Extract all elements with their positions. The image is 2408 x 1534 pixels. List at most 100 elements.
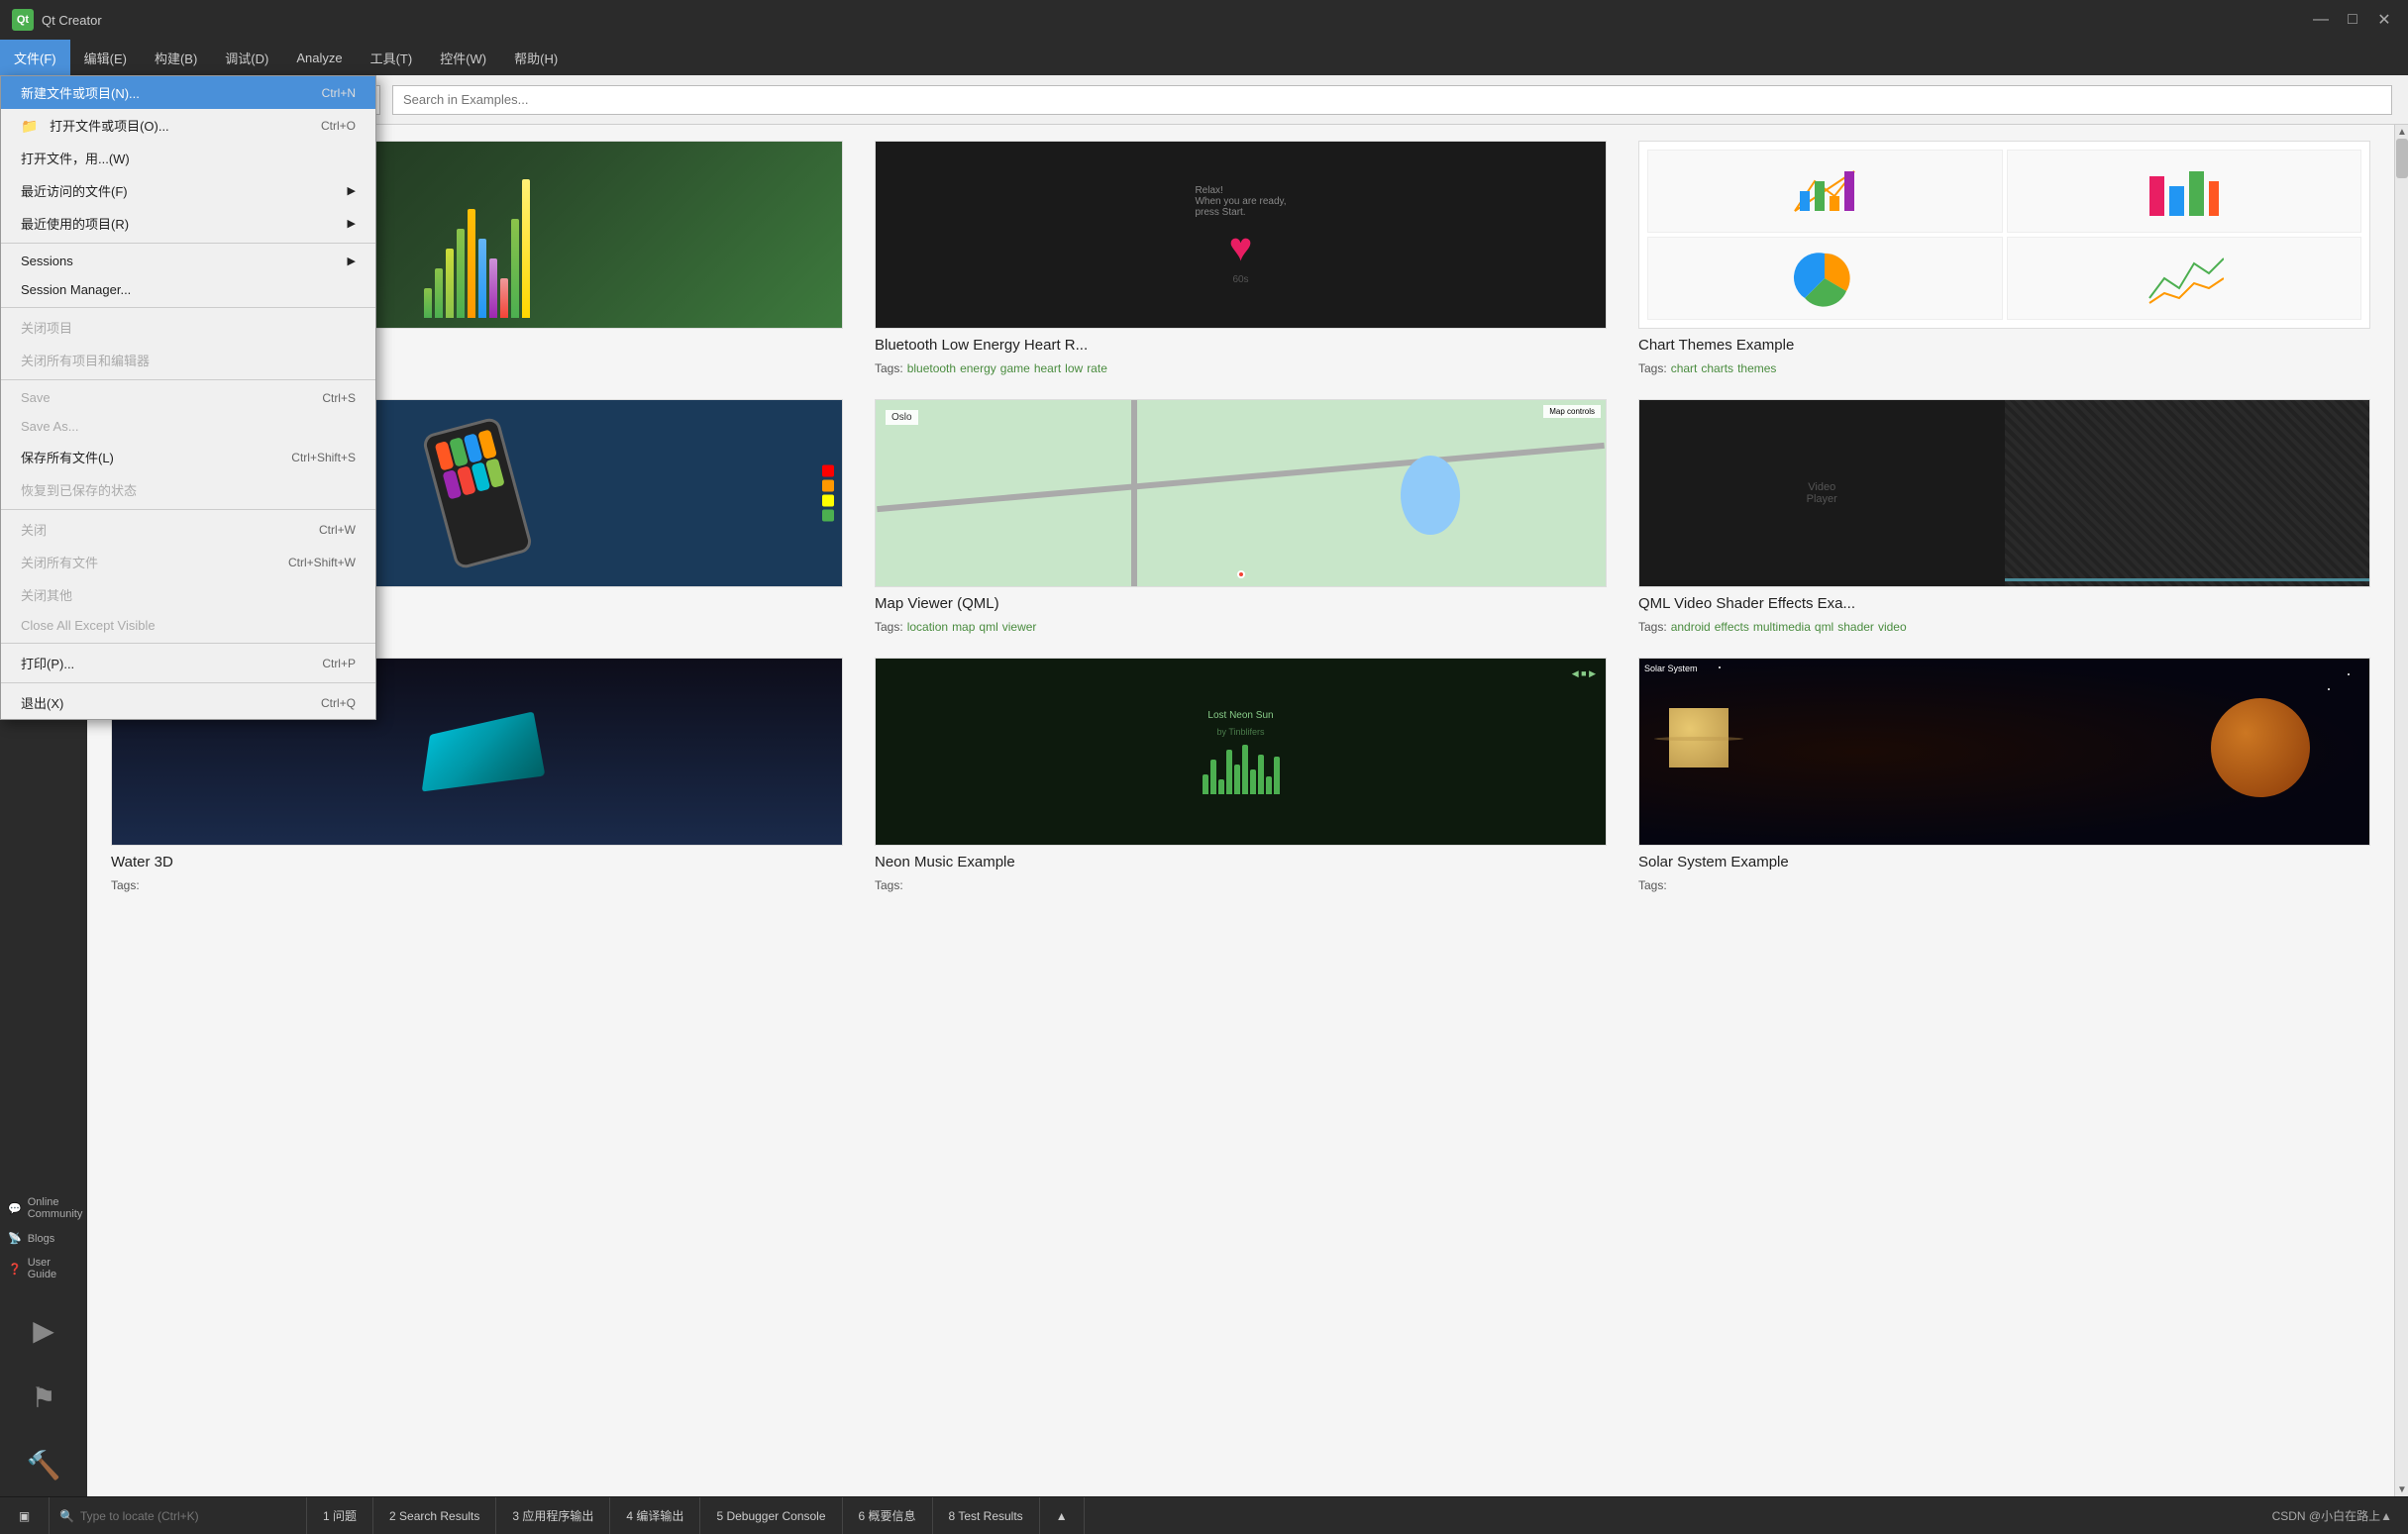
example-thumb-map[interactable]: Oslo Map controls bbox=[875, 399, 1607, 587]
sessions-arrow: ▶ bbox=[348, 255, 356, 267]
phone-shape bbox=[421, 416, 534, 570]
menu-recent-files[interactable]: 最近访问的文件(F) ▶ bbox=[1, 174, 375, 207]
tag-bluetooth[interactable]: bluetooth bbox=[907, 361, 956, 375]
tag-effects[interactable]: effects bbox=[1715, 620, 1749, 634]
tag-viewer[interactable]: viewer bbox=[1002, 620, 1037, 634]
app-icon: Qt bbox=[12, 9, 34, 31]
sidebar-blogs[interactable]: 📡Blogs bbox=[8, 1226, 79, 1251]
music-thumbnail: Lost Neon Sun by Tinblifers bbox=[876, 659, 1606, 845]
menu-item-help[interactable]: 帮助(H) bbox=[500, 40, 572, 75]
sidebar-build-button[interactable]: 🔨 bbox=[12, 1433, 75, 1496]
status-left-toggle[interactable]: ▣ bbox=[0, 1497, 50, 1534]
menu-item-file[interactable]: 文件(F) bbox=[0, 40, 70, 75]
status-search-input[interactable] bbox=[80, 1509, 296, 1523]
status-panel-general-messages[interactable]: 6 概要信息 bbox=[843, 1497, 933, 1534]
video-left: VideoPlayer bbox=[1639, 400, 2005, 586]
menu-save-as: Save As... bbox=[1, 412, 375, 441]
tag-themes[interactable]: themes bbox=[1737, 361, 1776, 375]
tag-chart[interactable]: chart bbox=[1671, 361, 1698, 375]
tag-heart[interactable]: heart bbox=[1034, 361, 1061, 375]
map-thumbnail: Oslo Map controls bbox=[876, 400, 1606, 586]
chart-thumbnail bbox=[1639, 142, 2369, 328]
maximize-button[interactable]: □ bbox=[2341, 8, 2364, 32]
menu-revert: 恢复到已保存的状态 bbox=[1, 473, 375, 506]
scroll-up-arrow[interactable]: ▲ bbox=[2395, 125, 2408, 139]
water-block bbox=[421, 711, 545, 791]
example-title-bluetooth[interactable]: Bluetooth Low Energy Heart R... bbox=[875, 337, 1607, 354]
folder-icon: 📁 bbox=[21, 118, 38, 134]
example-title-video[interactable]: QML Video Shader Effects Exa... bbox=[1638, 595, 2370, 612]
menu-close-all-editors: 关闭所有项目和编辑器 bbox=[1, 344, 375, 376]
status-panel-expand[interactable]: ▲ bbox=[1040, 1497, 1085, 1534]
menu-new-file[interactable]: 新建文件或项目(N)... Ctrl+N bbox=[1, 76, 375, 109]
tag-qml[interactable]: qml bbox=[979, 620, 997, 634]
chart-mini-3 bbox=[1647, 237, 2003, 320]
status-panel-compile-output[interactable]: 4 编译输出 bbox=[610, 1497, 700, 1534]
video-right bbox=[2005, 400, 2370, 586]
example-title-water3d: Water 3D bbox=[111, 854, 843, 870]
example-thumb-chart[interactable] bbox=[1638, 141, 2370, 329]
menu-item-edit[interactable]: 编辑(E) bbox=[70, 40, 141, 75]
menu-item-debug[interactable]: 调试(D) bbox=[211, 40, 282, 75]
status-panel-test-results[interactable]: 8 Test Results bbox=[933, 1497, 1040, 1534]
menu-save: Save Ctrl+S bbox=[1, 383, 375, 412]
menu-item-build[interactable]: 构建(B) bbox=[141, 40, 211, 75]
status-panel-problems[interactable]: 1 问题 bbox=[307, 1497, 373, 1534]
status-panel-app-output[interactable]: 3 应用程序输出 bbox=[496, 1497, 610, 1534]
search-examples-input[interactable] bbox=[403, 92, 2381, 107]
menu-session-mgr[interactable]: Session Manager... bbox=[1, 275, 375, 304]
menu-save-all[interactable]: 保存所有文件(L) Ctrl+Shift+S bbox=[1, 441, 375, 473]
example-thumb-bluetooth[interactable]: Relax!When you are ready,press Start. ♥ … bbox=[875, 141, 1607, 329]
menu-open-file[interactable]: 打开文件，用...(W) bbox=[1, 142, 375, 174]
tag-rate[interactable]: rate bbox=[1087, 361, 1107, 375]
planet-mars bbox=[2211, 698, 2310, 797]
planets-thumbnail: Solar System bbox=[1639, 659, 2369, 845]
examples-grid: Bars Example Tags: bars data visualizati… bbox=[87, 125, 2394, 1496]
menu-item-tools[interactable]: 工具(T) bbox=[357, 40, 427, 75]
minimize-button[interactable]: — bbox=[2309, 8, 2333, 32]
menu-sessions[interactable]: Sessions ▶ bbox=[1, 247, 375, 275]
status-panel-search-results[interactable]: 2 Search Results bbox=[373, 1497, 496, 1534]
example-tags-chart: Tags: chart charts themes bbox=[1638, 361, 2370, 375]
tag-qml2[interactable]: qml bbox=[1815, 620, 1833, 634]
tag-low[interactable]: low bbox=[1065, 361, 1083, 375]
status-right: CSDN @小白在路上▲ bbox=[2256, 1497, 2408, 1534]
tag-location[interactable]: location bbox=[907, 620, 948, 634]
sidebar-community[interactable]: 💬Online Community bbox=[8, 1190, 79, 1226]
tag-map[interactable]: map bbox=[952, 620, 975, 634]
example-title-chart[interactable]: Chart Themes Example bbox=[1638, 337, 2370, 354]
menu-open-project[interactable]: 📁 打开文件或项目(O)... Ctrl+O bbox=[1, 109, 375, 142]
tag-energy[interactable]: energy bbox=[960, 361, 996, 375]
tag-android[interactable]: android bbox=[1671, 620, 1711, 634]
video-progress bbox=[2005, 578, 2370, 581]
example-title-map[interactable]: Map Viewer (QML) bbox=[875, 595, 1607, 612]
sidebar-debug-button[interactable]: ⚑ bbox=[12, 1366, 75, 1429]
scroll-down-arrow[interactable]: ▼ bbox=[2395, 1483, 2408, 1496]
menu-exit[interactable]: 退出(X) Ctrl+Q bbox=[1, 686, 375, 719]
menu-close-project: 关闭项目 bbox=[1, 311, 375, 344]
example-thumb-music[interactable]: Lost Neon Sun by Tinblifers bbox=[875, 658, 1607, 846]
search-examples-box[interactable] bbox=[392, 85, 2392, 115]
tag-shader[interactable]: shader bbox=[1837, 620, 1874, 634]
status-panel-debugger-console[interactable]: 5 Debugger Console bbox=[700, 1497, 842, 1534]
sidebar-run-button[interactable]: ▶ bbox=[12, 1298, 75, 1362]
status-search-area[interactable]: 🔍 bbox=[50, 1497, 307, 1534]
menu-bar: 文件(F) 编辑(E) 构建(B) 调试(D) Analyze 工具(T) 控件… bbox=[0, 40, 2408, 75]
example-title-planets: Solar System Example bbox=[1638, 854, 2370, 870]
map-water bbox=[1401, 456, 1460, 535]
example-thumb-planets[interactable]: Solar System bbox=[1638, 658, 2370, 846]
tag-charts[interactable]: charts bbox=[1701, 361, 1733, 375]
scrollbar-thumb[interactable] bbox=[2396, 139, 2408, 178]
tag-game[interactable]: game bbox=[1000, 361, 1030, 375]
sidebar-user-guide[interactable]: ❓User Guide bbox=[8, 1251, 79, 1286]
toggle-panels-icon: ▣ bbox=[19, 1509, 30, 1523]
menu-item-controls[interactable]: 控件(W) bbox=[426, 40, 500, 75]
menu-item-analyze[interactable]: Analyze bbox=[282, 40, 356, 75]
heart-thumbnail: Relax!When you are ready,press Start. ♥ … bbox=[876, 142, 1606, 328]
menu-recent-projects[interactable]: 最近使用的项目(R) ▶ bbox=[1, 207, 375, 240]
menu-print[interactable]: 打印(P)... Ctrl+P bbox=[1, 647, 375, 679]
tag-multimedia[interactable]: multimedia bbox=[1753, 620, 1811, 634]
close-button[interactable]: ✕ bbox=[2372, 8, 2396, 32]
tag-video[interactable]: video bbox=[1878, 620, 1907, 634]
example-thumb-video[interactable]: VideoPlayer bbox=[1638, 399, 2370, 587]
